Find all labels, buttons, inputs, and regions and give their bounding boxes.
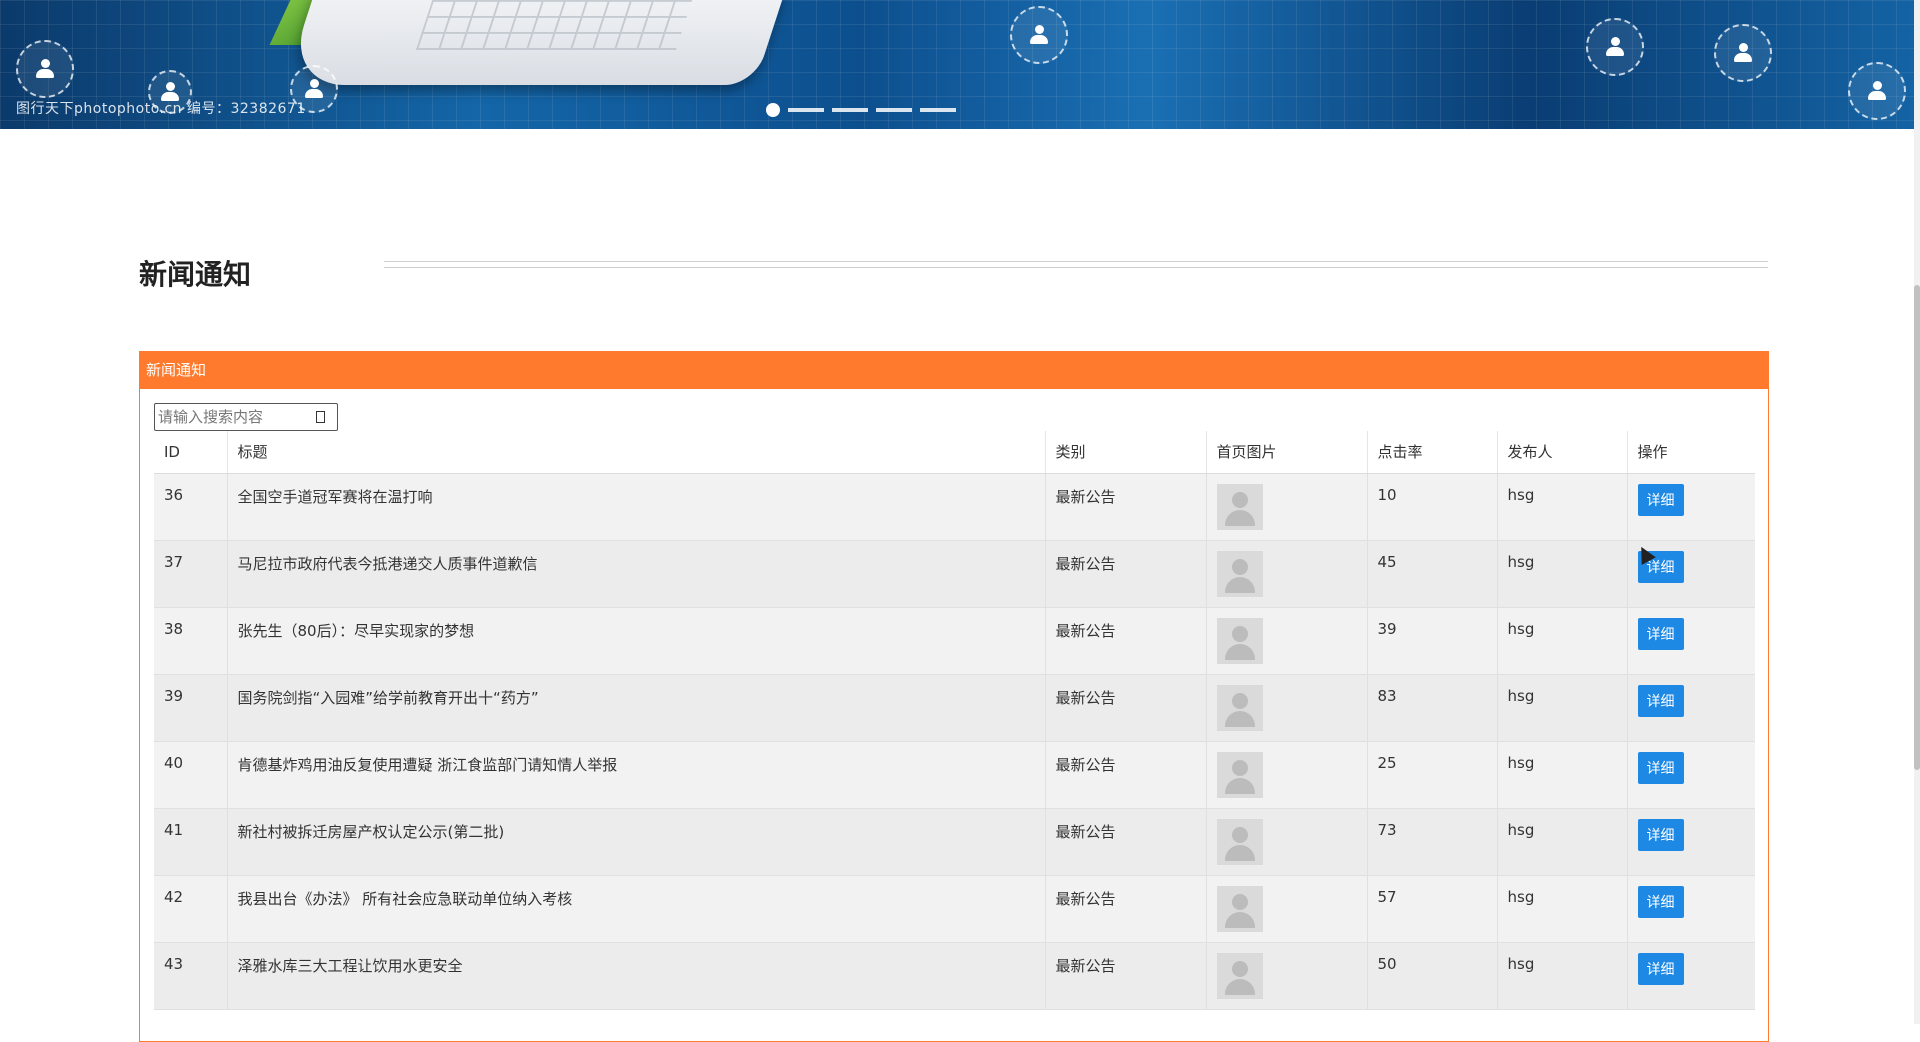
row-clicks: 39 [1367, 607, 1498, 675]
row-id: 40 [154, 741, 228, 809]
row-publisher: hsg [1497, 942, 1628, 1010]
row-publisher: hsg [1497, 473, 1628, 541]
scrollbar-thumb[interactable] [1914, 285, 1920, 770]
row-clicks: 10 [1367, 473, 1498, 541]
row-clicks: 45 [1367, 540, 1498, 608]
panel-header: 新闻通知 [140, 351, 1768, 389]
news-panel: 新闻通知 ID 标题 类别 首页图片 点击率 发布人 操作 36 全国空手道冠军… [139, 351, 1769, 1042]
row-title[interactable]: 国务院剑指“入园难”给学前教育开出十“药方” [227, 674, 1046, 742]
person-icon [1586, 18, 1644, 76]
row-publisher: hsg [1497, 808, 1628, 876]
news-table: ID 标题 类别 首页图片 点击率 发布人 操作 36 全国空手道冠军赛将在温打… [154, 431, 1755, 1010]
column-header-category[interactable]: 类别 [1045, 431, 1207, 474]
detail-button[interactable]: 详细 [1637, 752, 1684, 784]
carousel-indicators[interactable] [766, 103, 956, 117]
placeholder-image-icon [1216, 618, 1263, 664]
placeholder-image-icon [1216, 685, 1263, 731]
table-row[interactable]: 43 泽雅水库三大工程让饮用水更安全 最新公告 50 hsg 详细 [154, 942, 1755, 1010]
column-header-id[interactable]: ID [154, 431, 228, 474]
table-row[interactable]: 42 我县出台《办法》 所有社会应急联动单位纳入考核 最新公告 57 hsg 详… [154, 875, 1755, 943]
row-clicks: 50 [1367, 942, 1498, 1010]
row-title[interactable]: 我县出台《办法》 所有社会应急联动单位纳入考核 [227, 875, 1046, 943]
row-id: 39 [154, 674, 228, 742]
row-publisher: hsg [1497, 607, 1628, 675]
column-header-publisher[interactable]: 发布人 [1497, 431, 1628, 474]
table-row[interactable]: 40 肯德基炸鸡用油反复使用遭疑 浙江食监部门请知情人举报 最新公告 25 hs… [154, 741, 1755, 809]
section-title: 新闻通知 [139, 258, 252, 291]
row-publisher: hsg [1497, 741, 1628, 809]
column-header-title[interactable]: 标题 [227, 431, 1046, 474]
row-publisher: hsg [1497, 875, 1628, 943]
row-title[interactable]: 张先生（80后）：尽早实现家的梦想 [227, 607, 1046, 675]
person-icon [1010, 6, 1068, 64]
placeholder-image-icon [1216, 953, 1263, 999]
detail-button[interactable]: 详细 [1637, 685, 1684, 717]
table-header-row: ID 标题 类别 首页图片 点击率 发布人 操作 [154, 431, 1755, 474]
carousel-dot-4[interactable] [876, 108, 912, 112]
column-header-image[interactable]: 首页图片 [1206, 431, 1368, 474]
search-clear-icon[interactable] [316, 411, 325, 423]
column-header-clicks[interactable]: 点击率 [1367, 431, 1498, 474]
placeholder-image-icon [1216, 551, 1263, 597]
page-scrollbar[interactable] [1914, 0, 1920, 1024]
banner-watermark: 图行天下photophoto.cn 编号：32382671 [16, 101, 306, 117]
placeholder-image-icon [1216, 752, 1263, 798]
section-divider [384, 261, 1768, 268]
placeholder-image-icon [1216, 819, 1263, 865]
table-row[interactable]: 37 马尼拉市政府代表今抵港递交人质事件道歉信 最新公告 45 hsg 详细 [154, 540, 1755, 608]
row-title[interactable]: 肯德基炸鸡用油反复使用遭疑 浙江食监部门请知情人举报 [227, 741, 1046, 809]
row-title[interactable]: 马尼拉市政府代表今抵港递交人质事件道歉信 [227, 540, 1046, 608]
search-input[interactable] [155, 405, 310, 429]
row-category: 最新公告 [1045, 607, 1207, 675]
laptop-image [284, 0, 786, 85]
table-row[interactable]: 39 国务院剑指“入园难”给学前教育开出十“药方” 最新公告 83 hsg 详细 [154, 674, 1755, 742]
row-id: 42 [154, 875, 228, 943]
row-id: 36 [154, 473, 228, 541]
row-title[interactable]: 泽雅水库三大工程让饮用水更安全 [227, 942, 1046, 1010]
search-box[interactable] [154, 403, 338, 431]
table-row[interactable]: 41 新社村被拆迁房屋产权认定公示(第二批) 最新公告 73 hsg 详细 [154, 808, 1755, 876]
table-row[interactable]: 36 全国空手道冠军赛将在温打响 最新公告 10 hsg 详细 [154, 473, 1755, 541]
row-category: 最新公告 [1045, 875, 1207, 943]
detail-button[interactable]: 详细 [1637, 618, 1684, 650]
row-id: 43 [154, 942, 228, 1010]
row-clicks: 57 [1367, 875, 1498, 943]
detail-button[interactable]: 详细 [1637, 484, 1684, 516]
row-category: 最新公告 [1045, 942, 1207, 1010]
row-category: 最新公告 [1045, 473, 1207, 541]
carousel-dot-2[interactable] [788, 108, 824, 112]
row-category: 最新公告 [1045, 741, 1207, 809]
row-category: 最新公告 [1045, 674, 1207, 742]
placeholder-image-icon [1216, 484, 1263, 530]
row-category: 最新公告 [1045, 808, 1207, 876]
banner-carousel[interactable]: 图行天下photophoto.cn 编号：32382671 [0, 0, 1914, 129]
carousel-dot-1[interactable] [766, 103, 780, 117]
carousel-dot-3[interactable] [832, 108, 868, 112]
placeholder-image-icon [1216, 886, 1263, 932]
row-clicks: 25 [1367, 741, 1498, 809]
carousel-dot-5[interactable] [920, 108, 956, 112]
row-id: 38 [154, 607, 228, 675]
column-header-action: 操作 [1627, 431, 1755, 474]
row-id: 41 [154, 808, 228, 876]
row-title[interactable]: 新社村被拆迁房屋产权认定公示(第二批) [227, 808, 1046, 876]
row-clicks: 73 [1367, 808, 1498, 876]
row-clicks: 83 [1367, 674, 1498, 742]
detail-button[interactable]: 详细 [1637, 953, 1684, 985]
table-row[interactable]: 38 张先生（80后）：尽早实现家的梦想 最新公告 39 hsg 详细 [154, 607, 1755, 675]
row-category: 最新公告 [1045, 540, 1207, 608]
row-publisher: hsg [1497, 674, 1628, 742]
person-icon [1848, 62, 1906, 120]
person-icon [1714, 24, 1772, 82]
row-publisher: hsg [1497, 540, 1628, 608]
detail-button[interactable]: 详细 [1637, 886, 1684, 918]
row-title[interactable]: 全国空手道冠军赛将在温打响 [227, 473, 1046, 541]
person-icon [16, 40, 74, 98]
detail-button[interactable]: 详细 [1637, 819, 1684, 851]
row-id: 37 [154, 540, 228, 608]
